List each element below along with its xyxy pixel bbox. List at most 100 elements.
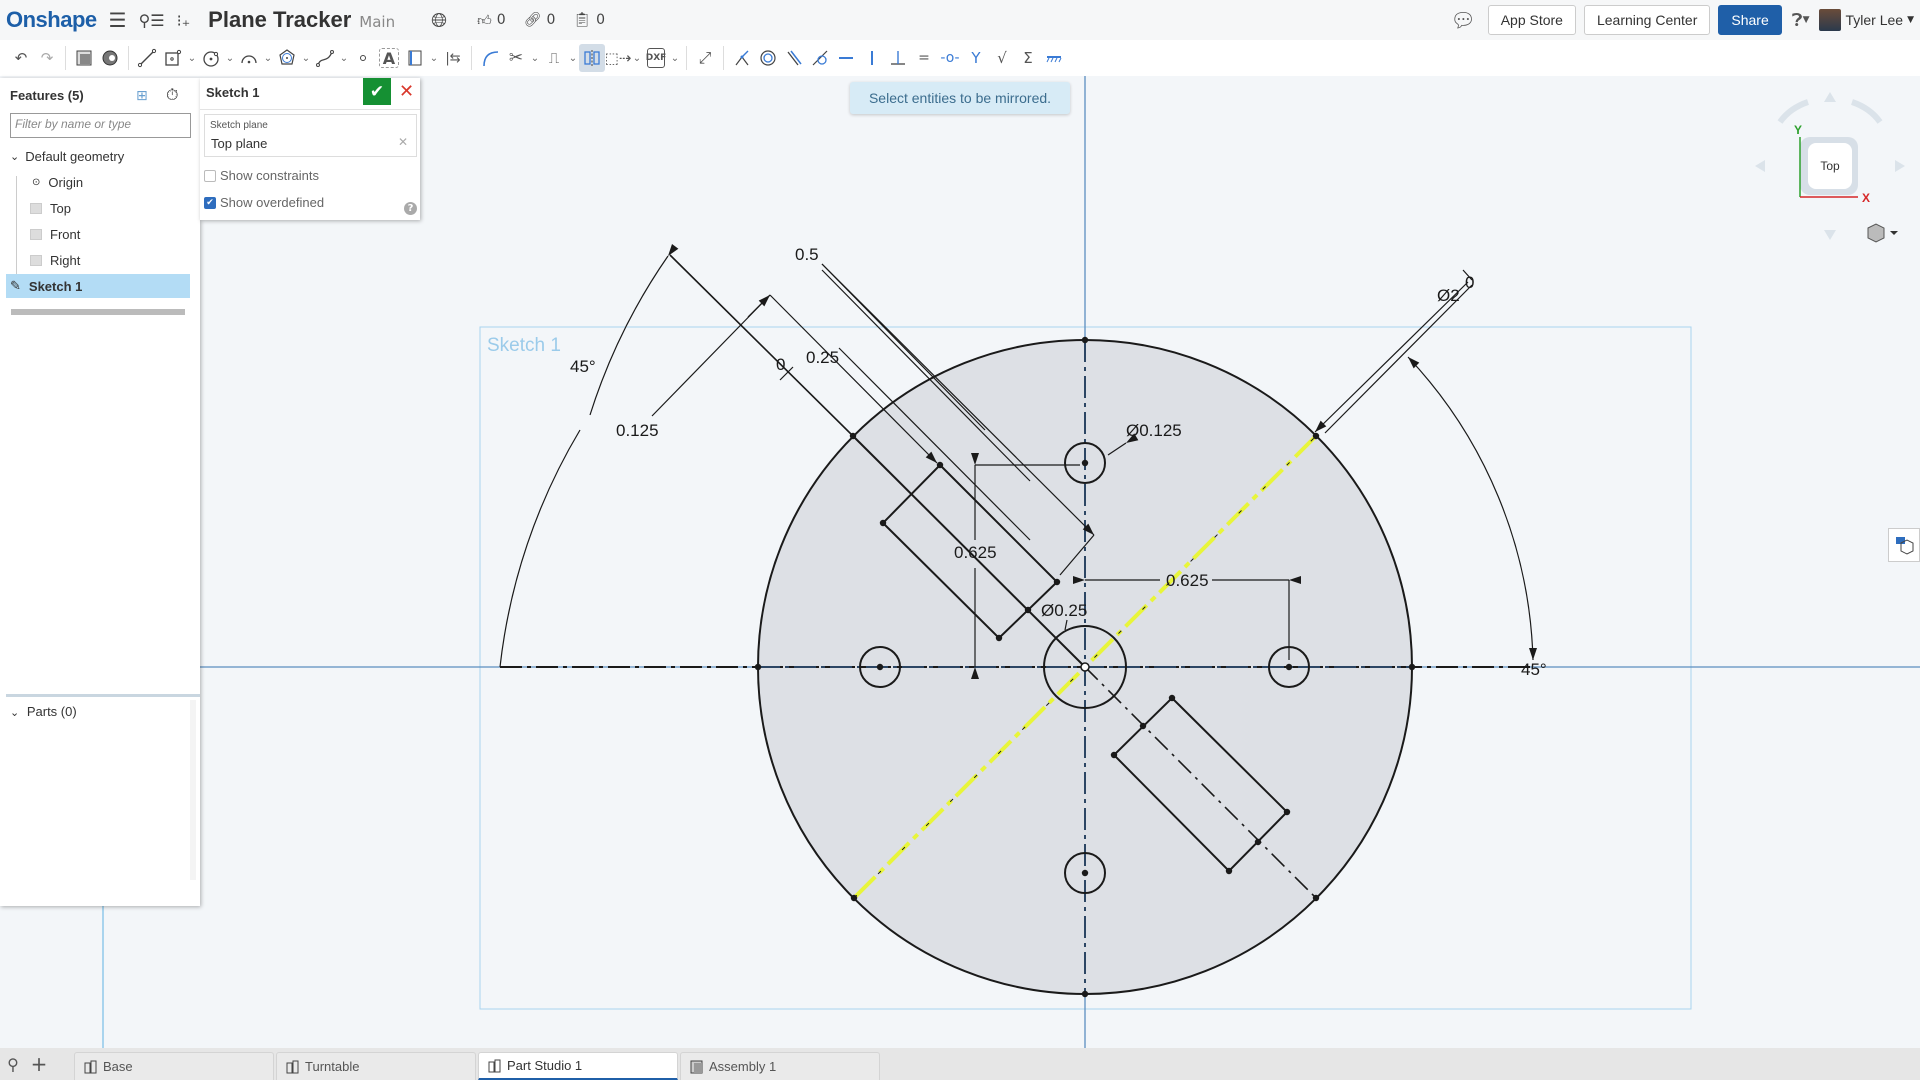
sketch-vertex[interactable] xyxy=(879,519,887,527)
checkbox-checked[interactable]: ✔ xyxy=(204,196,216,209)
show-constraints-checkbox[interactable]: Show constraints xyxy=(204,168,319,183)
sketch-vertex[interactable] xyxy=(754,663,762,671)
rotate-cw-arrow[interactable] xyxy=(1850,99,1883,124)
dim-zero-left[interactable]: 0 xyxy=(776,355,785,374)
cancel-button[interactable]: ✕ xyxy=(393,78,420,105)
sketch-vertex[interactable] xyxy=(1081,459,1089,467)
part-studio-icon xyxy=(488,1059,501,1072)
sketch-vertex[interactable] xyxy=(995,634,1003,642)
dim-05[interactable]: 0.5 xyxy=(795,245,819,264)
parts-scrollbar[interactable] xyxy=(190,700,196,880)
view-cube[interactable]: Top Y X xyxy=(1740,80,1920,250)
sketch-vertex[interactable] xyxy=(1408,663,1416,671)
dim-angle-right[interactable]: 45° xyxy=(1521,660,1547,679)
rollback-timer-icon[interactable]: ⏱ xyxy=(166,85,178,105)
cube-shaded-icon xyxy=(1867,223,1885,243)
features-title: Features (5) xyxy=(10,88,84,103)
x-axis-label: X xyxy=(1862,191,1870,205)
rotate-up-arrow[interactable] xyxy=(1824,92,1836,102)
sketch-vertex[interactable] xyxy=(1024,606,1032,614)
dim-angle-left[interactable]: 45° xyxy=(570,357,596,376)
tab-base[interactable]: Base xyxy=(74,1052,274,1080)
assembly-icon xyxy=(690,1060,703,1073)
origin-point[interactable] xyxy=(1080,662,1090,672)
tree-item-top[interactable]: Top xyxy=(0,196,190,220)
rotate-down-arrow[interactable] xyxy=(1824,230,1836,240)
dimension-arrowhead xyxy=(668,244,679,256)
tree-item-front[interactable]: Front xyxy=(0,222,190,246)
feature-filter-input[interactable]: Filter by name or type xyxy=(10,113,191,138)
sketch-vertex[interactable] xyxy=(1081,869,1089,877)
sketch-vertex[interactable] xyxy=(1053,578,1061,586)
dim-025[interactable]: 0.25 xyxy=(806,348,839,367)
sketch-vertex[interactable] xyxy=(1225,867,1233,875)
cube-face-label: Top xyxy=(1820,159,1840,173)
tab-assembly-1[interactable]: Assembly 1 xyxy=(680,1052,880,1080)
chevron-down-icon[interactable]: ⌄ xyxy=(10,707,19,719)
sketch-vertex[interactable] xyxy=(1312,894,1320,902)
add-tab-icon[interactable]: + xyxy=(26,1048,52,1080)
dimension-arrowhead xyxy=(1529,648,1537,660)
sketch-vertex[interactable] xyxy=(1081,336,1089,344)
sketch-vertex[interactable] xyxy=(1110,751,1118,759)
pencil-icon: ✎ xyxy=(10,278,21,293)
sketch-vertex[interactable] xyxy=(1168,694,1176,702)
panel-splitter[interactable] xyxy=(6,694,200,697)
sketch-label: Sketch 1 xyxy=(487,335,561,356)
show-overdefined-checkbox[interactable]: ✔ Show overdefined xyxy=(204,195,324,210)
dim-dia-small[interactable]: Ø0.125 xyxy=(1126,421,1182,440)
tab-search-icon[interactable]: ⚲ xyxy=(0,1048,26,1080)
tree-item-origin[interactable]: ⊙ Origin xyxy=(0,170,190,194)
dim-dia-center[interactable]: Ø0.25 xyxy=(1041,601,1087,620)
clear-icon[interactable]: ✕ xyxy=(398,135,408,149)
mirror-hint-toast: Select entities to be mirrored. xyxy=(850,82,1070,114)
parts-list-header[interactable]: ⌄ Parts (0) xyxy=(10,704,77,719)
dim-horiz-0625[interactable]: 0.625 xyxy=(1166,571,1209,590)
rotate-ccw-arrow[interactable] xyxy=(1777,99,1810,124)
part-studio-icon xyxy=(84,1060,97,1073)
accept-button[interactable]: ✔ xyxy=(363,78,391,105)
sketch-vertex[interactable] xyxy=(1139,722,1147,730)
sketch-plane-field[interactable]: Sketch plane Top plane ✕ xyxy=(204,114,417,157)
slot-center-ext xyxy=(669,254,854,437)
tab-part-studio-1[interactable]: Part Studio 1 xyxy=(478,1052,678,1080)
add-folder-icon[interactable]: ⊞ xyxy=(136,88,148,104)
sketch-vertex[interactable] xyxy=(1285,663,1293,671)
sketch-vertex[interactable] xyxy=(849,432,857,440)
sketch-vertex[interactable] xyxy=(876,663,884,671)
plane-icon xyxy=(30,254,42,266)
sketch-vertex[interactable] xyxy=(1312,432,1320,440)
display-panel-button[interactable] xyxy=(1888,528,1920,562)
checkbox-unchecked[interactable] xyxy=(204,169,216,182)
part-studio-icon xyxy=(286,1060,299,1073)
grid-cube-icon xyxy=(1896,537,1914,555)
rollback-bar[interactable] xyxy=(11,309,185,315)
sketch-dialog: Sketch 1 ✔ ✕ Sketch plane Top plane ✕ Sh… xyxy=(200,78,420,220)
sketch-vertex[interactable] xyxy=(1254,838,1262,846)
dim-zero-right[interactable]: 0 xyxy=(1465,273,1474,292)
sketch-vertex[interactable] xyxy=(850,894,858,902)
tab-turntable[interactable]: Turntable xyxy=(276,1052,476,1080)
chevron-down-icon[interactable]: ⌄ xyxy=(10,150,19,163)
tree-default-geometry[interactable]: ⌄ Default geometry xyxy=(0,144,190,168)
tree-item-sketch-1[interactable]: ✎ Sketch 1 xyxy=(6,274,190,298)
dim-0125[interactable]: 0.125 xyxy=(616,421,659,440)
sketch-plane-label: Sketch plane xyxy=(210,120,268,131)
rotate-right-arrow[interactable] xyxy=(1895,160,1905,172)
plane-icon xyxy=(30,228,42,240)
chevron-down-icon xyxy=(1890,231,1898,235)
view-mode-dropdown[interactable] xyxy=(1867,223,1898,243)
sketch-vertex[interactable] xyxy=(1081,990,1089,998)
document-tab-bar: ⚲ + Base Turntable Part Studio 1 Assembl… xyxy=(0,1048,1920,1080)
feature-list-panel: Features (5) ⊞ ⏱ Filter by name or type … xyxy=(0,78,200,906)
tree-item-right[interactable]: Right xyxy=(0,248,190,272)
sketch-vertex[interactable] xyxy=(1283,808,1291,816)
dialog-divider xyxy=(200,109,420,110)
sketch-vertex[interactable] xyxy=(936,461,944,469)
sketch-plane-value: Top plane xyxy=(211,136,268,151)
help-icon[interactable]: ? xyxy=(404,202,417,215)
dim-dia-outer[interactable]: Ø2 xyxy=(1437,286,1460,305)
origin-icon: ⊙ xyxy=(32,176,41,188)
rotate-left-arrow[interactable] xyxy=(1755,160,1765,172)
dim-vert-0625[interactable]: 0.625 xyxy=(954,543,997,562)
